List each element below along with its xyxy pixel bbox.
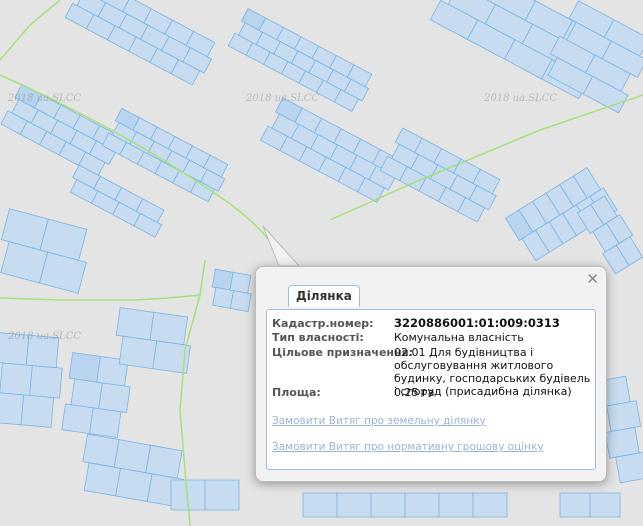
order-valuation-extract-link[interactable]: Замовити Витяг про нормативну грошову оц… [272, 441, 544, 453]
land-parcel[interactable] [212, 287, 234, 309]
parcel-info-popup: ✕ Ділянка Кадастр.номер: 3220886001:01:0… [255, 266, 607, 482]
land-parcel[interactable] [606, 400, 642, 433]
field-value: 3220886001:01:009:0313 [394, 316, 560, 330]
land-parcel[interactable] [68, 352, 101, 383]
land-parcel[interactable] [472, 492, 508, 518]
land-parcel[interactable] [118, 335, 158, 370]
land-parcel[interactable] [229, 271, 252, 294]
land-parcel[interactable] [89, 407, 122, 438]
land-parcel[interactable] [336, 492, 372, 518]
land-parcel[interactable] [70, 378, 103, 410]
parcel-details-panel: Кадастр.номер: 3220886001:01:009:0313 Ти… [266, 309, 596, 470]
field-value: Комунальна власність [394, 331, 524, 344]
land-parcel[interactable] [115, 307, 155, 341]
land-parcel[interactable] [149, 311, 189, 346]
land-parcel[interactable] [29, 365, 63, 399]
land-parcel[interactable] [83, 462, 121, 497]
map-watermark: 2018 ua.SLCC [484, 93, 558, 104]
land-parcel[interactable] [98, 382, 131, 413]
tab-parcel[interactable]: Ділянка [288, 285, 360, 307]
land-parcel[interactable] [589, 492, 621, 518]
field-label: Тип власності: [272, 331, 364, 344]
land-parcel[interactable] [82, 433, 120, 468]
land-parcel[interactable] [615, 451, 643, 484]
land-parcel[interactable] [204, 479, 240, 511]
order-land-extract-link[interactable]: Замовити Витяг про земельну ділянку [272, 415, 486, 427]
land-parcel[interactable] [211, 268, 234, 291]
land-parcel[interactable] [61, 403, 94, 435]
close-x-icon[interactable]: ✕ [586, 271, 599, 287]
map-watermark: 2018 ua.SLCC [8, 331, 82, 342]
map-watermark: 2018 ua.SLCC [246, 93, 320, 104]
land-parcel[interactable] [404, 492, 440, 518]
map-watermark: 2018 ua.SLCC [8, 93, 82, 104]
land-parcel[interactable] [113, 439, 152, 474]
land-parcel[interactable] [438, 492, 474, 518]
land-parcel[interactable] [0, 362, 33, 396]
land-parcel[interactable] [370, 492, 406, 518]
land-parcel[interactable] [145, 444, 183, 479]
field-value: 0.25 га [394, 386, 435, 399]
land-parcel[interactable] [229, 290, 252, 312]
field-label: Площа: [272, 386, 321, 399]
field-label: Кадастр.номер: [272, 317, 374, 330]
land-parcel[interactable] [20, 394, 55, 428]
land-parcel[interactable] [302, 492, 338, 518]
popup-pointer [262, 225, 305, 270]
field-label: Цільове призначення: [272, 346, 414, 359]
land-parcel[interactable] [0, 392, 25, 426]
land-parcel[interactable] [559, 492, 591, 518]
